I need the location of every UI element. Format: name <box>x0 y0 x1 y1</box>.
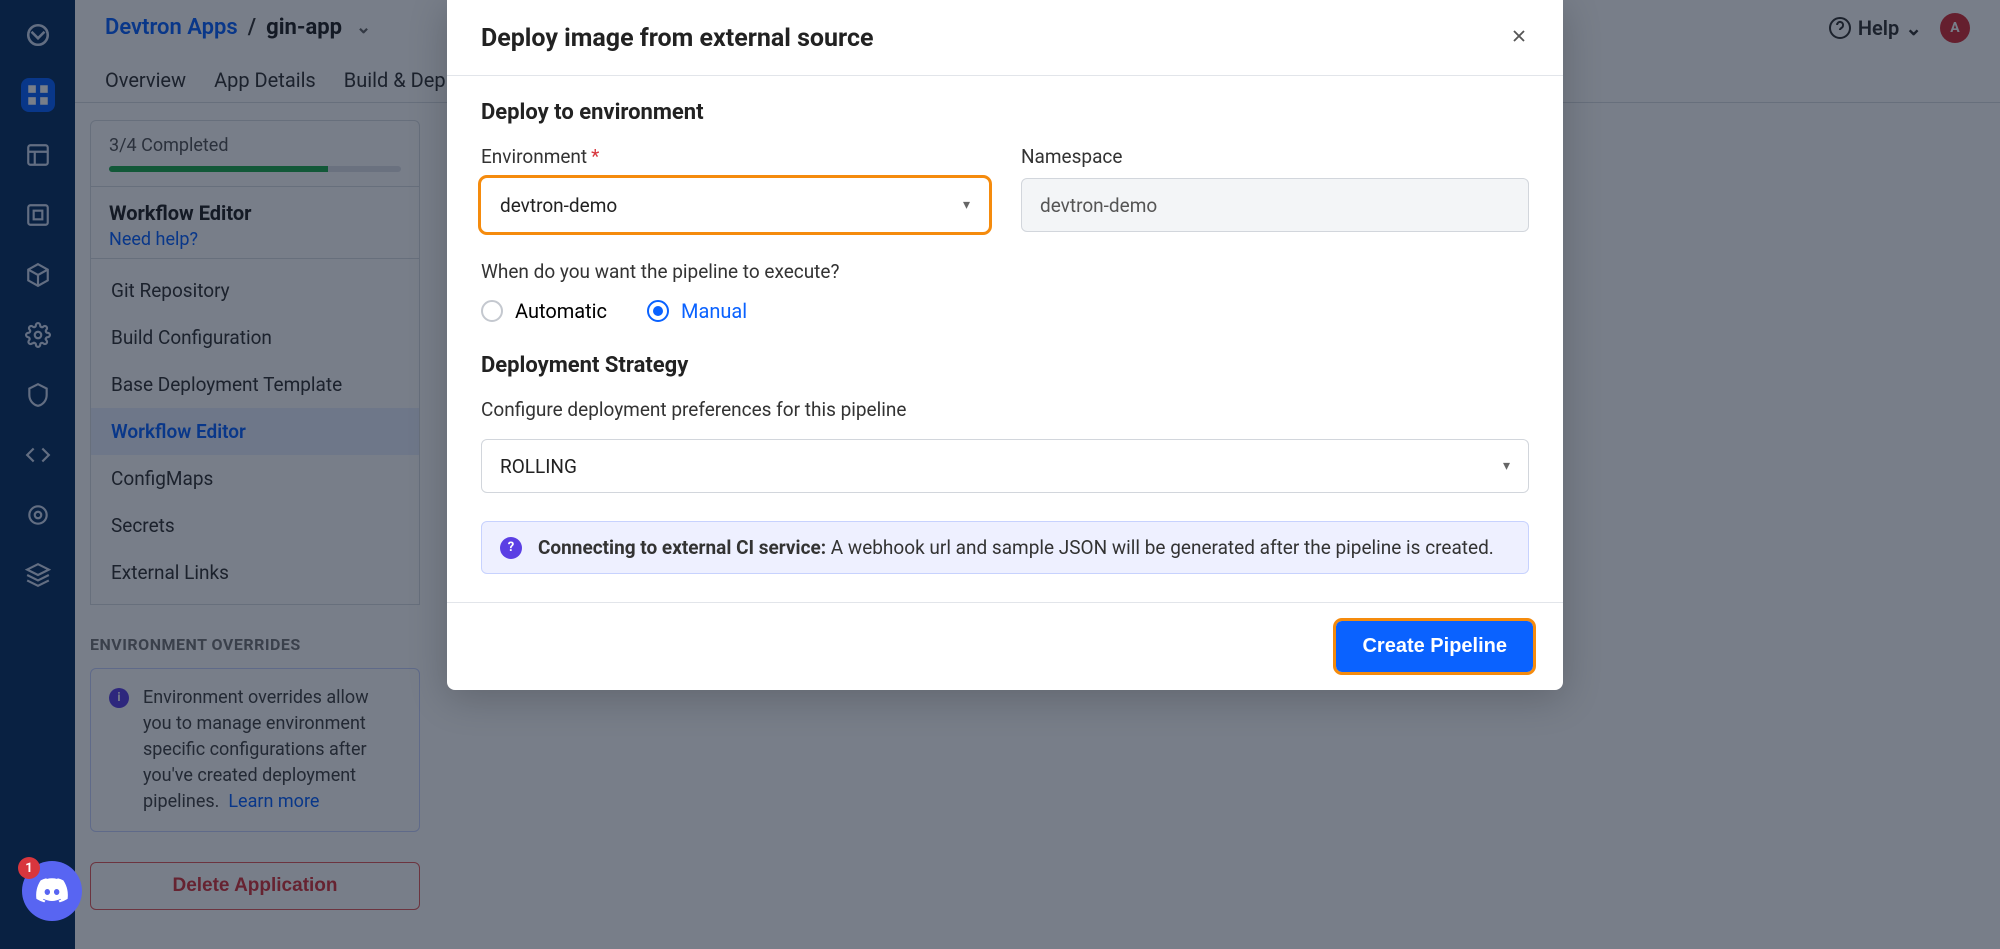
modal-header: Deploy image from external source <box>447 0 1563 76</box>
radio-circle-selected-icon <box>647 300 669 322</box>
modal-footer: Create Pipeline <box>447 602 1563 690</box>
chevron-down-icon: ▾ <box>963 197 970 213</box>
radio-automatic[interactable]: Automatic <box>481 299 607 323</box>
radio-manual[interactable]: Manual <box>647 299 747 323</box>
radio-circle-icon <box>481 300 503 322</box>
environment-label: Environment* <box>481 145 989 168</box>
strategy-heading: Deployment Strategy <box>481 353 1529 378</box>
execute-radio-group: Automatic Manual <box>481 299 1529 323</box>
discord-badge: 1 <box>18 857 40 879</box>
strategy-desc: Configure deployment preferences for thi… <box>481 398 1529 421</box>
strategy-select[interactable]: ROLLING ▾ <box>481 439 1529 493</box>
namespace-value: devtron-demo <box>1040 194 1157 217</box>
modal-title: Deploy image from external source <box>481 24 873 53</box>
chevron-down-icon: ▾ <box>1503 458 1510 474</box>
deploy-env-heading: Deploy to environment <box>481 100 1529 125</box>
execute-question: When do you want the pipeline to execute… <box>481 260 1529 283</box>
deploy-external-modal: Deploy image from external source Deploy… <box>447 0 1563 690</box>
question-icon: ? <box>500 537 522 559</box>
close-icon[interactable] <box>1509 26 1529 51</box>
discord-button[interactable]: 1 <box>22 861 82 921</box>
create-pipeline-button[interactable]: Create Pipeline <box>1336 621 1533 672</box>
info-bold: Connecting to external CI service: <box>538 536 826 559</box>
modal-body: Deploy to environment Environment* devtr… <box>447 76 1563 602</box>
environment-select[interactable]: devtron-demo ▾ <box>481 178 989 232</box>
environment-value: devtron-demo <box>500 194 617 217</box>
namespace-field: devtron-demo <box>1021 178 1529 232</box>
info-rest: A webhook url and sample JSON will be ge… <box>826 536 1494 559</box>
external-ci-info: ? Connecting to external CI service: A w… <box>481 521 1529 574</box>
namespace-label: Namespace <box>1021 145 1529 168</box>
strategy-value: ROLLING <box>500 455 577 478</box>
